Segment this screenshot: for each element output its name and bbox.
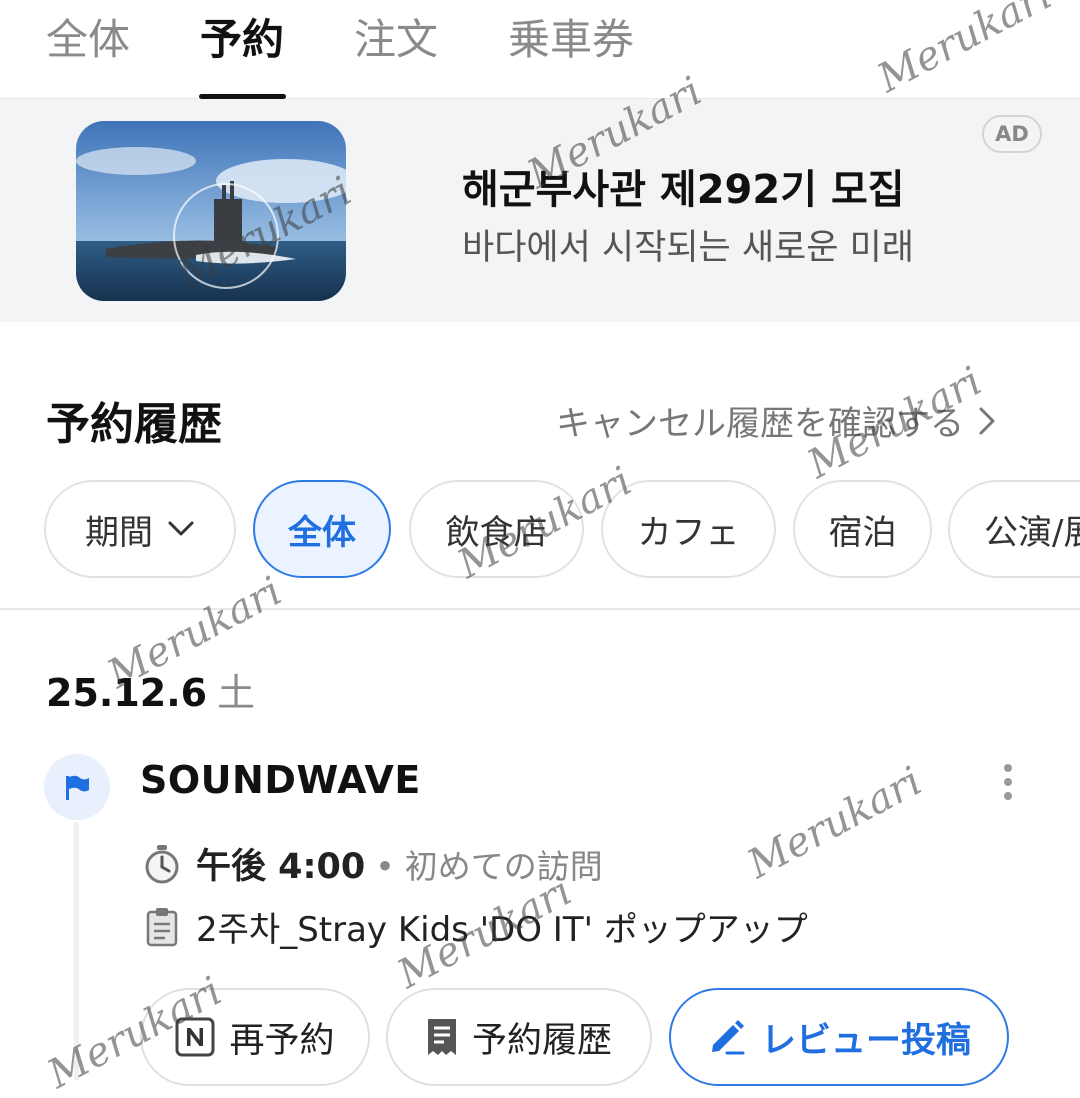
date-value: 25.12.6	[46, 671, 208, 715]
ad-image-submarine	[76, 121, 346, 301]
filter-chip-row: 期間 全体 飲食店 カフェ 宿泊 公演/展	[0, 480, 1080, 580]
write-review-button[interactable]: レビュー投稿	[669, 988, 1009, 1086]
event-name: 2주차_Stray Kids 'DO IT' ポップアップ	[196, 910, 808, 950]
booking-event-row: 2주차_Stray Kids 'DO IT' ポップアップ	[140, 902, 808, 951]
more-options-icon[interactable]	[990, 760, 1026, 804]
ad-badge: AD	[982, 115, 1042, 153]
visit-label: 初めての訪問	[404, 846, 603, 886]
ad-banner[interactable]: 해군부사관 제292기 모집 바다에서 시작되는 새로운 미래 AD	[0, 99, 1080, 322]
top-tab-bar: 全体 予約 注文 乗車券	[0, 0, 1080, 100]
filter-restaurant[interactable]: 飲食店	[409, 480, 584, 578]
filter-all[interactable]: 全体	[253, 480, 391, 578]
watermark: Merukari	[740, 758, 930, 888]
chevron-right-icon	[979, 407, 995, 434]
reservation-history-button[interactable]: 予約履歴	[386, 988, 652, 1086]
rebook-button[interactable]: 再予約	[140, 988, 370, 1086]
section-title: 予約履歴	[46, 399, 222, 450]
filter-stay[interactable]: 宿泊	[793, 480, 932, 578]
write-review-label: レビュー投稿	[760, 1020, 971, 1061]
filter-performance[interactable]: 公演/展	[948, 480, 1080, 578]
filter-period[interactable]: 期間	[44, 480, 236, 578]
filter-period-label: 期間	[85, 512, 153, 553]
timeline-line	[74, 822, 79, 1080]
tab-all[interactable]: 全体	[46, 6, 130, 67]
place-name[interactable]: SOUNDWAVE	[140, 758, 421, 802]
pencil-icon	[707, 1017, 747, 1057]
flag-icon	[44, 754, 110, 820]
cancel-history-label: キャンセル履歴を確認する	[556, 404, 964, 444]
tab-order[interactable]: 注文	[354, 6, 438, 67]
visit-status: • 初めての訪問	[375, 846, 603, 886]
booking-date: 25.12.6 土	[46, 662, 255, 717]
naver-n-icon	[175, 1017, 215, 1057]
tab-ticket[interactable]: 乗車券	[508, 6, 634, 67]
booking-time-row: 午後 4:00 • 初めての訪問	[140, 838, 603, 889]
receipt-icon	[426, 1017, 458, 1057]
stopwatch-icon	[140, 842, 184, 886]
ad-subtitle: 바다에서 시작되는 새로운 미래	[462, 228, 914, 268]
booking-time: 午後 4:00	[196, 847, 366, 887]
reservation-history-label: 予約履歴	[471, 1020, 612, 1061]
ad-title: 해군부사관 제292기 모집	[462, 167, 905, 213]
tab-reservation[interactable]: 予約	[200, 6, 284, 67]
section-divider	[0, 608, 1080, 610]
chevron-down-icon	[168, 521, 194, 536]
cancel-history-link[interactable]: キャンセル履歴を確認する	[556, 396, 996, 445]
rebook-label: 再予約	[229, 1020, 335, 1061]
clipboard-icon	[140, 905, 184, 949]
date-day: 土	[217, 671, 256, 715]
filter-cafe[interactable]: カフェ	[601, 480, 776, 578]
